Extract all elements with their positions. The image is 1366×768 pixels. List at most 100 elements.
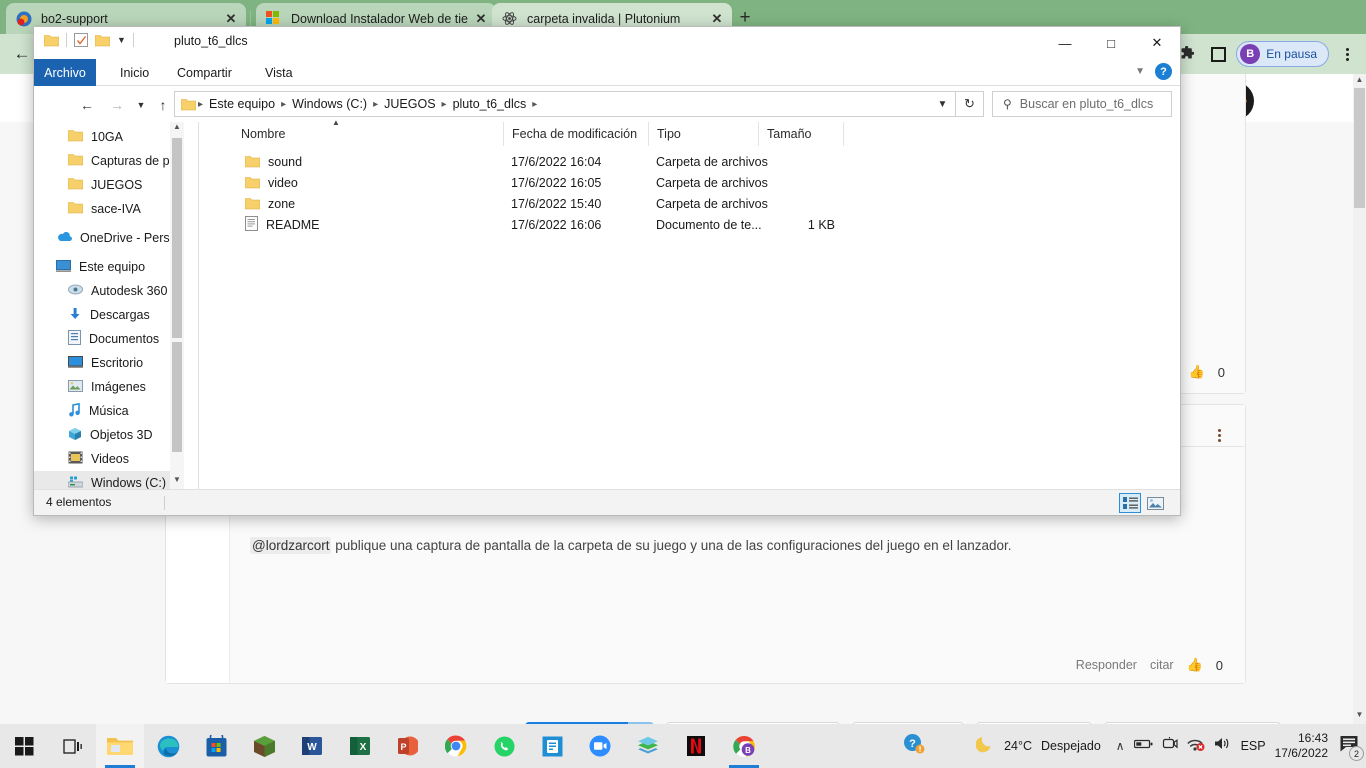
search-box[interactable]: ⚲ Buscar en pluto_t6_dlcs — [992, 91, 1172, 117]
ribbon-collapse-caret-icon[interactable]: ▼ — [1135, 66, 1145, 77]
ribbon-tab-vista[interactable]: Vista — [252, 59, 306, 86]
help-icon[interactable]: ? — [1155, 63, 1172, 80]
reply-link[interactable]: Responder — [1076, 658, 1137, 672]
column-header-nombre[interactable]: Nombre — [233, 122, 503, 146]
breadcrumb-item-2[interactable]: JUEGOS — [380, 97, 439, 111]
taskbar-excel[interactable]: X — [336, 724, 384, 768]
browser-profile-button[interactable]: B En pausa — [1236, 41, 1329, 67]
folder-icon[interactable] — [43, 34, 60, 47]
notifications-button[interactable]: 2 — [1339, 734, 1364, 761]
column-header-tipo[interactable]: Tipo — [648, 122, 758, 146]
nav-item-escritorio[interactable]: Escritorio — [34, 351, 184, 375]
taskbar-chrome[interactable] — [432, 724, 480, 768]
breadcrumb-item-1[interactable]: Windows (C:) — [288, 97, 371, 111]
new-folder-icon[interactable] — [94, 34, 111, 47]
ribbon-tab-archivo[interactable]: Archivo — [34, 59, 96, 86]
nav-item-objetos-3d[interactable]: Objetos 3D — [34, 423, 184, 447]
clock[interactable]: 16:43 17/6/2022 — [1275, 731, 1328, 761]
taskbar: W X P B ? 24°C Despejado ∧ ESP 16:43 17/… — [0, 724, 1366, 768]
scrollbar-thumb-lower[interactable] — [172, 342, 182, 452]
taskbar-word[interactable]: W — [288, 724, 336, 768]
nav-item-windows-c[interactable]: Windows (C:) — [34, 471, 184, 489]
scroll-up-arrow-icon[interactable]: ▲ — [1354, 75, 1365, 88]
taskbar-zoom[interactable] — [576, 724, 624, 768]
scroll-down-arrow-icon[interactable]: ▼ — [1354, 710, 1365, 723]
task-view-button[interactable] — [48, 724, 96, 768]
table-row[interactable]: zone 17/6/2022 15:40 Carpeta de archivos — [199, 193, 1180, 214]
breadcrumb-item-3[interactable]: pluto_t6_dlcs — [449, 97, 531, 111]
scroll-up-arrow-icon[interactable]: ▲ — [170, 122, 184, 136]
volume-icon[interactable] — [1214, 736, 1232, 756]
address-dropdown-caret-icon[interactable]: ▼ — [930, 91, 956, 117]
nav-item-onedrive[interactable]: OneDrive - Persor — [34, 226, 184, 250]
large-icons-view-button[interactable] — [1144, 493, 1166, 513]
tab-close-icon[interactable]: ✕ — [708, 11, 726, 27]
taskbar-microsoft-store[interactable] — [192, 724, 240, 768]
quote-link[interactable]: citar — [1150, 658, 1174, 672]
column-header-extra[interactable] — [843, 122, 853, 146]
taskbar-netflix[interactable] — [672, 724, 720, 768]
customize-qat-caret-icon[interactable]: ▼ — [117, 35, 126, 45]
table-row[interactable]: sound 17/6/2022 16:04 Carpeta de archivo… — [199, 151, 1180, 172]
taskbar-bluestacks[interactable] — [624, 724, 672, 768]
start-button[interactable] — [0, 724, 48, 768]
nav-item-sace-iva[interactable]: sace-IVA — [34, 197, 184, 221]
battery-icon[interactable] — [1133, 737, 1153, 755]
nav-item-autodesk-360[interactable]: Autodesk 360 — [34, 279, 184, 303]
camera-icon[interactable] — [1162, 736, 1178, 756]
table-row[interactable]: README 17/6/2022 16:06 Documento de te..… — [199, 214, 1180, 235]
maximize-button[interactable]: □ — [1088, 27, 1134, 59]
page-scrollbar[interactable]: ▲ ▼ — [1353, 74, 1366, 724]
ribbon-tab-compartir[interactable]: Compartir — [164, 59, 245, 86]
column-header-tamano[interactable]: Tamaño — [758, 122, 843, 146]
sidebar-toggle-icon[interactable] — [1205, 41, 1231, 67]
breadcrumb-item-0[interactable]: Este equipo — [205, 97, 279, 111]
navigation-pane-scrollbar[interactable]: ▲ ▼ — [170, 122, 184, 489]
browser-menu-icon[interactable] — [1334, 41, 1360, 67]
nav-item-documentos[interactable]: Documentos — [34, 327, 184, 351]
taskbar-whatsapp[interactable] — [480, 724, 528, 768]
close-button[interactable]: ✕ — [1134, 27, 1180, 59]
tab-close-icon[interactable]: ✕ — [222, 11, 240, 27]
ribbon-tab-inicio[interactable]: Inicio — [107, 59, 162, 86]
language-indicator[interactable]: ESP — [1241, 739, 1266, 753]
recent-locations-caret-icon[interactable]: ▼ — [130, 94, 152, 116]
nav-item-juegos[interactable]: JUEGOS — [34, 173, 184, 197]
nav-item-capturas[interactable]: Capturas de pan — [34, 149, 184, 173]
minimize-button[interactable]: — — [1042, 27, 1088, 59]
taskbar-powerpoint[interactable]: P — [384, 724, 432, 768]
browser-back-button[interactable]: ← — [8, 40, 36, 68]
properties-checkbox-icon[interactable] — [74, 33, 88, 47]
taskbar-app[interactable] — [528, 724, 576, 768]
scrollbar-thumb[interactable] — [1354, 88, 1365, 208]
taskbar-brave[interactable]: B — [720, 724, 768, 768]
address-breadcrumb-bar[interactable]: ▸ Este equipo ▸ Windows (C:) ▸ JUEGOS ▸ … — [174, 91, 954, 117]
taskbar-file-explorer[interactable] — [96, 724, 144, 768]
taskbar-edge[interactable] — [144, 724, 192, 768]
nav-item-imagenes[interactable]: Imágenes — [34, 375, 184, 399]
scroll-down-arrow-icon[interactable]: ▼ — [170, 475, 184, 489]
scrollbar-thumb[interactable] — [172, 138, 182, 338]
like-icon[interactable]: 👍 — [1189, 364, 1205, 380]
back-button[interactable]: ← — [76, 94, 98, 116]
nav-item-musica[interactable]: Música — [34, 399, 184, 423]
tray-overflow-chevron-icon[interactable]: ∧ — [1116, 739, 1125, 753]
network-error-icon[interactable] — [1186, 736, 1205, 756]
nav-item-videos[interactable]: Videos — [34, 447, 184, 471]
table-row[interactable]: video 17/6/2022 16:05 Carpeta de archivo… — [199, 172, 1180, 193]
up-button[interactable]: ↑ — [152, 94, 174, 116]
nav-item-descargas[interactable]: Descargas — [34, 303, 184, 327]
user-mention[interactable]: @lordzarcort — [250, 537, 332, 554]
help-question-icon[interactable]: ? — [903, 733, 925, 760]
tab-close-icon[interactable]: ✕ — [472, 11, 490, 27]
nav-item-este-equipo[interactable]: Este equipo — [34, 255, 184, 279]
refresh-icon[interactable]: ↻ — [956, 91, 984, 117]
search-input[interactable]: Buscar en pluto_t6_dlcs — [1020, 97, 1153, 111]
column-header-fecha[interactable]: Fecha de modificación — [503, 122, 648, 146]
taskbar-minecraft[interactable] — [240, 724, 288, 768]
explorer-title-bar[interactable]: ▼ pluto_t6_dlcs — □ ✕ — [34, 27, 1180, 59]
details-view-button[interactable] — [1119, 493, 1141, 513]
like-icon[interactable]: 👍 — [1187, 657, 1203, 673]
post-options-menu-icon[interactable] — [1218, 429, 1221, 442]
nav-item-10ga[interactable]: 10GA — [34, 125, 184, 149]
